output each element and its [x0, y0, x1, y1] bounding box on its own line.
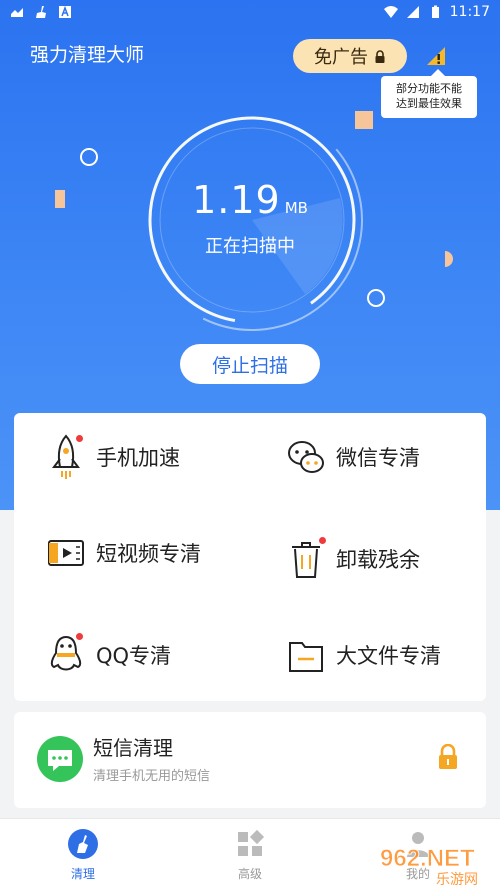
no-ads-label: 免广告 [314, 47, 368, 68]
folder-icon [286, 631, 326, 679]
tooltip-line-2: 达到最佳效果 [396, 97, 462, 110]
notification-icon [11, 8, 23, 17]
app-notification-icon [59, 5, 71, 18]
feature-label: QQ专清 [96, 644, 172, 668]
stop-scan-button[interactable]: 停止扫描 [180, 344, 320, 384]
feature-phone-boost[interactable]: 手机加速 [46, 427, 180, 487]
signal-icon [406, 6, 419, 18]
status-bar: 11:17 [0, 0, 500, 28]
feature-uninstall-residue[interactable]: 卸载残余 [286, 529, 420, 589]
scan-size: 1.19 MB [0, 178, 500, 222]
broom-icon [68, 829, 98, 859]
svg-text:962.NET: 962.NET [380, 845, 475, 872]
svg-text:乐游网: 乐游网 [436, 872, 478, 888]
lock-icon [439, 744, 457, 769]
tooltip-line-1: 部分功能不能 [396, 82, 462, 95]
scan-size-value: 1.19 [192, 178, 281, 222]
feature-qq-clean[interactable]: QQ专清 [46, 625, 171, 685]
broom-notification-icon [36, 6, 46, 18]
tab-label: 清理 [70, 867, 95, 881]
qq-penguin-icon [46, 631, 86, 679]
tab-clean[interactable]: 清理 [43, 829, 123, 882]
feature-badge-dot [76, 633, 83, 640]
feature-grid-card: 手机加速 微信专清 短视频专清 卸载残余 QQ专清 大文件专清 [14, 413, 486, 701]
scan-size-unit: MB [284, 199, 308, 217]
feature-short-video-clean[interactable]: 短视频专清 [46, 523, 201, 583]
decor-ring [367, 289, 385, 307]
video-icon [46, 529, 86, 577]
sms-card-subtitle: 清理手机无用的短信 [93, 769, 211, 784]
status-bar-system: 11:17 [383, 4, 490, 20]
decor-ring [80, 148, 98, 166]
rocket-icon [46, 433, 86, 481]
warning-tooltip: 部分功能不能 达到最佳效果 [381, 69, 477, 118]
sms-clean-card[interactable]: 短信清理 清理手机无用的短信 [14, 712, 486, 808]
feature-label: 短视频专清 [96, 542, 201, 566]
feature-label: 微信专清 [336, 446, 420, 470]
status-bar-notifications [10, 5, 72, 19]
site-watermark-logo: 962.NET 乐游网 [380, 845, 478, 888]
battery-icon [431, 5, 439, 18]
tab-advanced[interactable]: 高级 [210, 829, 290, 882]
feature-wechat-clean[interactable]: 微信专清 [286, 427, 420, 487]
feature-label: 大文件专清 [336, 644, 441, 668]
feature-label: 卸载残余 [336, 548, 420, 572]
wifi-icon [383, 6, 398, 18]
sms-card-title: 短信清理 [93, 736, 173, 760]
status-time: 11:17 [449, 4, 490, 20]
lock-icon [375, 49, 385, 63]
feature-large-file-clean[interactable]: 大文件专清 [286, 625, 441, 685]
feature-badge-dot [76, 435, 83, 442]
feature-label: 手机加速 [96, 446, 180, 470]
app-title: 强力清理大师 [30, 44, 145, 66]
feature-badge-dot [319, 537, 326, 544]
sms-icon [37, 736, 83, 782]
no-ads-button[interactable]: 免广告 [293, 39, 407, 73]
wechat-icon [286, 433, 326, 481]
tab-label: 高级 [237, 867, 262, 881]
warning-icon[interactable] [423, 43, 449, 69]
trash-icon [286, 535, 326, 583]
scan-status: 正在扫描中 [205, 236, 295, 257]
grid-icon [238, 829, 265, 856]
